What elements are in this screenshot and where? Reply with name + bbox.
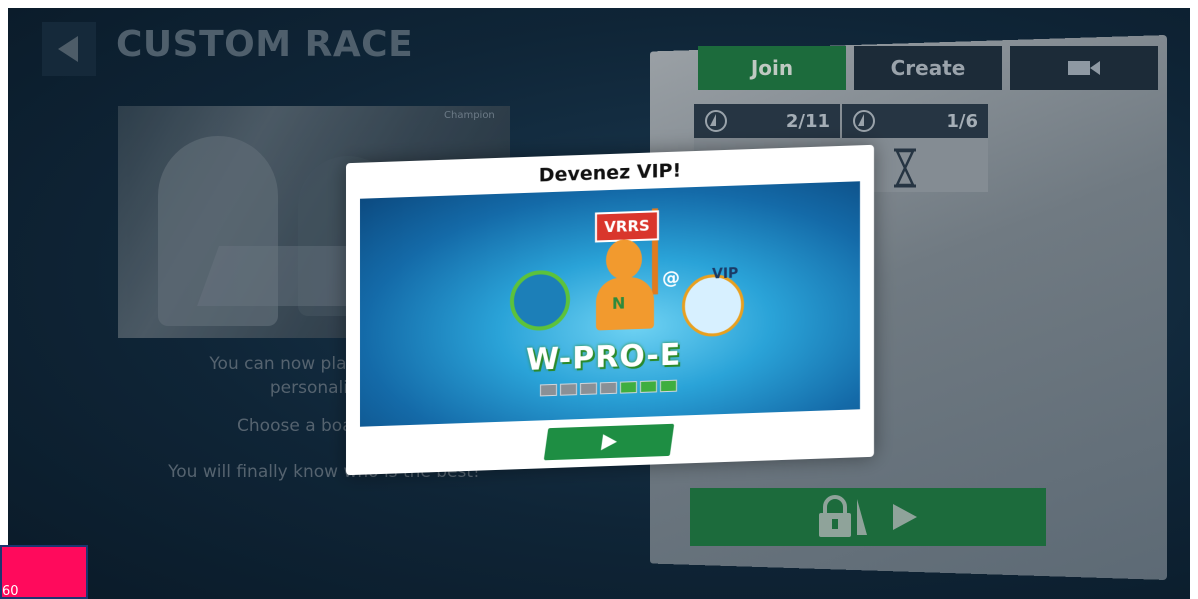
room-card-1[interactable]: 2/11	[694, 104, 840, 138]
level-bar-segment	[560, 383, 577, 396]
level-bar-segment	[600, 381, 617, 395]
vrrs-flag: VRRS	[595, 210, 659, 243]
tab-join[interactable]: Join	[698, 46, 846, 90]
hourglass-icon	[894, 148, 916, 188]
tab-video[interactable]	[1010, 46, 1158, 90]
boat-badge-icon	[705, 110, 727, 132]
vip-label: VIP	[712, 265, 739, 283]
play-icon	[600, 434, 617, 451]
tab-create[interactable]: Create	[854, 46, 1002, 90]
back-arrow-icon	[58, 36, 78, 62]
page-title: CUSTOM RACE	[116, 24, 414, 65]
at-sign: @	[662, 267, 680, 290]
level-bar-segment	[660, 379, 677, 393]
boat-badge-icon	[853, 110, 875, 132]
level-bar-segment	[540, 383, 557, 397]
room-card-2[interactable]: 1/6	[842, 104, 988, 138]
support-headset-icon	[682, 273, 744, 338]
vip-modal: Devenez VIP! VRRS N @ VIP W-PRO-E	[346, 144, 874, 476]
corner-overlay-text: 60	[2, 584, 19, 599]
vip-promo-image: VRRS N @ VIP W-PRO-E	[360, 181, 860, 427]
level-bar-segment	[640, 380, 657, 393]
level-bar-segment	[620, 381, 637, 394]
level-bar-segment	[580, 382, 597, 396]
back-button[interactable]	[42, 22, 96, 76]
locked-play-button[interactable]	[690, 488, 1046, 546]
level-bars	[540, 379, 677, 397]
modal-play-button[interactable]	[543, 423, 675, 461]
pro-label: W-PRO-E	[526, 337, 682, 378]
photo-caption: Champion	[444, 110, 495, 121]
room-count: 1/6	[946, 110, 978, 132]
room-count: 2/11	[785, 110, 830, 132]
play-icon	[893, 504, 917, 530]
video-camera-icon	[1068, 61, 1100, 75]
add-friends-icon	[510, 269, 570, 332]
shirt-letter: N	[612, 293, 626, 313]
game-screen: CUSTOM RACE Champion You can now play wi…	[8, 8, 1190, 599]
lock-boat-icon	[819, 495, 867, 537]
